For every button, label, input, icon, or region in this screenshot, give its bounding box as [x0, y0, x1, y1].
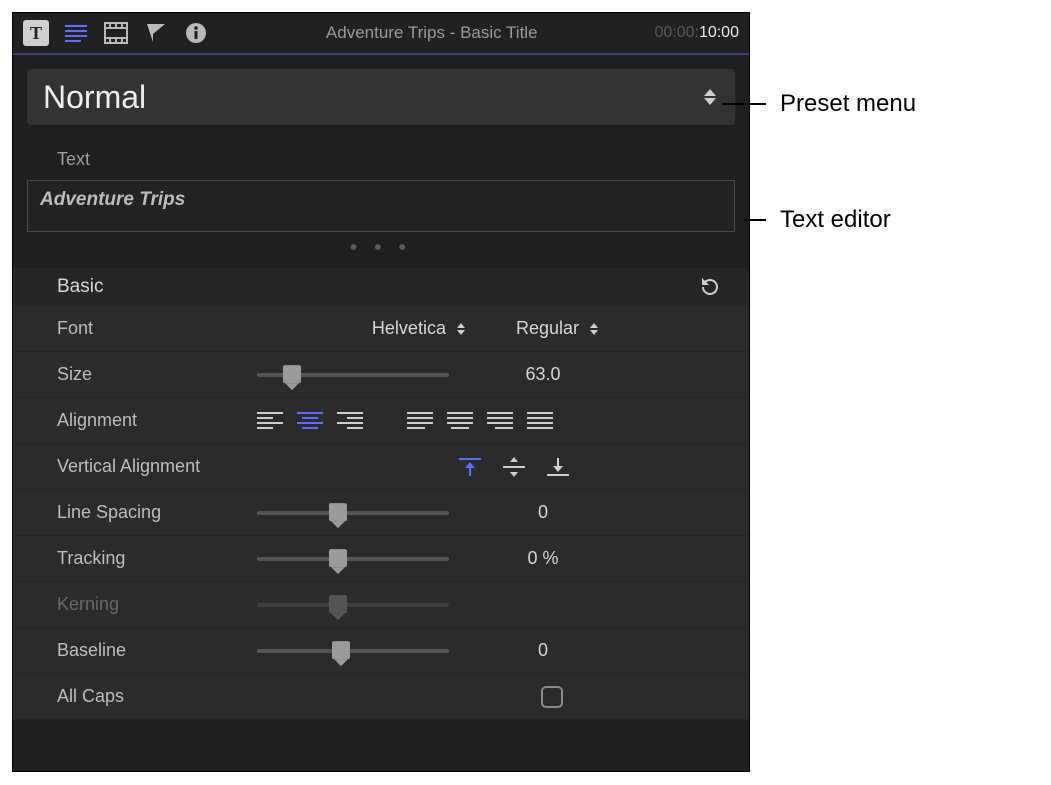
preset-menu[interactable]: Normal	[27, 69, 735, 125]
inspector-tabbar: T Adventure Trips - Basic Title 00:00:10…	[13, 13, 749, 53]
valign-label: Vertical Alignment	[57, 456, 257, 477]
paragraph-tab-icon[interactable]	[63, 20, 89, 46]
baseline-row: Baseline 0	[13, 628, 749, 674]
reset-icon[interactable]	[699, 276, 721, 298]
justify-full-icon[interactable]	[527, 410, 553, 432]
valign-top-icon[interactable]	[457, 456, 483, 478]
justify-center-icon[interactable]	[447, 410, 473, 432]
basic-section-title: Basic	[57, 276, 103, 298]
size-value[interactable]: 63.0	[483, 364, 603, 385]
align-left-icon[interactable]	[257, 410, 283, 432]
tracking-value[interactable]: 0 %	[483, 548, 603, 569]
callout-line	[722, 103, 766, 105]
timecode-prefix: 00:00:	[654, 24, 698, 41]
linespacing-row: Line Spacing 0	[13, 490, 749, 536]
text-inspector-panel: T Adventure Trips - Basic Title 00:00:10…	[12, 12, 750, 772]
baseline-slider[interactable]	[257, 649, 449, 653]
font-family-value: Helvetica	[372, 318, 446, 339]
linespacing-value[interactable]: 0	[483, 502, 603, 523]
alignment-label: Alignment	[57, 410, 257, 431]
text-editor-value: Adventure Trips	[40, 189, 185, 210]
valign-bottom-icon[interactable]	[545, 456, 571, 478]
clip-title: Adventure Trips - Basic Title	[326, 23, 538, 43]
tracking-slider[interactable]	[257, 557, 449, 561]
callout-editor-text: Text editor	[780, 206, 891, 234]
basic-section-header: Basic	[13, 268, 749, 306]
justify-left-icon[interactable]	[407, 410, 433, 432]
header-divider	[13, 53, 749, 55]
callout-preset: Preset menu	[722, 90, 916, 118]
linespacing-slider[interactable]	[257, 511, 449, 515]
align-right-icon[interactable]	[337, 410, 363, 432]
timecode: 00:00:10:00	[654, 24, 739, 42]
allcaps-label: All Caps	[57, 686, 257, 707]
video-tab-icon[interactable]	[103, 20, 129, 46]
size-label: Size	[57, 364, 257, 385]
valign-row: Vertical Alignment	[13, 444, 749, 490]
kerning-label: Kerning	[57, 594, 257, 615]
text-section-label: Text	[13, 125, 749, 180]
font-style-select[interactable]: Regular	[516, 316, 603, 342]
callout-line	[744, 219, 766, 221]
tracking-label: Tracking	[57, 548, 257, 569]
callout-editor: Text editor	[744, 206, 891, 234]
share-tab-icon[interactable]	[143, 20, 169, 46]
kerning-slider	[257, 603, 449, 607]
alignment-row: Alignment	[13, 398, 749, 444]
linespacing-label: Line Spacing	[57, 502, 257, 523]
tracking-row: Tracking 0 %	[13, 536, 749, 582]
text-tab-icon[interactable]: T	[23, 20, 49, 46]
updown-icon	[452, 316, 470, 342]
basic-rows: Font Helvetica Regular Size 63.0	[13, 306, 749, 720]
font-family-select[interactable]: Helvetica	[372, 316, 470, 342]
preset-label: Normal	[43, 79, 146, 116]
callout-preset-text: Preset menu	[780, 90, 916, 118]
timecode-value: 10:00	[699, 24, 739, 41]
kerning-row: Kerning	[13, 582, 749, 628]
updown-icon	[701, 84, 719, 110]
allcaps-checkbox[interactable]	[541, 686, 563, 708]
font-style-value: Regular	[516, 318, 579, 339]
font-row: Font Helvetica Regular	[13, 306, 749, 352]
baseline-value[interactable]: 0	[483, 640, 603, 661]
justify-right-icon[interactable]	[487, 410, 513, 432]
align-center-icon[interactable]	[297, 410, 323, 432]
size-slider[interactable]	[257, 373, 449, 377]
updown-icon	[585, 316, 603, 342]
valign-middle-icon[interactable]	[501, 456, 527, 478]
size-row: Size 63.0	[13, 352, 749, 398]
font-label: Font	[57, 318, 257, 339]
text-editor[interactable]: Adventure Trips	[27, 180, 735, 232]
allcaps-row: All Caps	[13, 674, 749, 720]
resize-grip-icon[interactable]: ● ● ●	[13, 232, 749, 268]
info-tab-icon[interactable]	[183, 20, 209, 46]
baseline-label: Baseline	[57, 640, 257, 661]
